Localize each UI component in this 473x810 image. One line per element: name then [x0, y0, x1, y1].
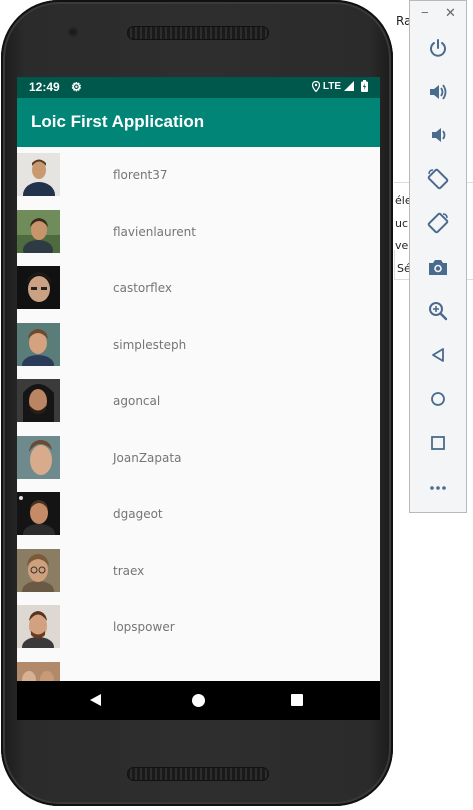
volume-up-button[interactable] — [424, 78, 452, 106]
username: florent37 — [113, 168, 168, 182]
username: traex — [113, 563, 145, 578]
battery-icon — [361, 80, 368, 92]
avatar — [17, 266, 60, 309]
desktop-fragment: uc — [395, 217, 409, 230]
home-icon — [431, 392, 445, 406]
location-icon — [311, 80, 320, 92]
toolbar-window-controls: − ✕ — [410, 5, 466, 23]
list-item[interactable]: lopspower — [17, 599, 380, 656]
network-type: LTE — [322, 80, 341, 92]
volume-down-button[interactable] — [424, 121, 452, 149]
phone-frame: 12:49 ⚙ LTE Loic First Application flore… — [1, 0, 393, 806]
list-item[interactable]: simplesteph — [17, 317, 380, 374]
back-icon[interactable] — [90, 694, 101, 706]
rotate-left-icon — [427, 168, 449, 190]
list-item[interactable]: flavienlaurent — [17, 204, 380, 261]
zoom-button[interactable] — [424, 297, 452, 325]
navigation-bar — [17, 681, 380, 720]
power-icon — [430, 39, 446, 57]
list-item[interactable]: agoncal — [17, 373, 380, 430]
avatar — [17, 605, 60, 648]
emulator-toolbar: − ✕ — [409, 0, 467, 513]
app-bar: Loic First Application — [17, 98, 380, 147]
signal-icon — [344, 81, 354, 91]
screenshot-button[interactable] — [424, 253, 452, 281]
username: castorflex — [113, 281, 173, 295]
overview-button[interactable] — [424, 429, 452, 457]
list-item[interactable]: castorflex — [17, 260, 380, 317]
avatar — [17, 661, 60, 681]
username: lopspower — [113, 620, 175, 634]
avatar — [17, 153, 60, 196]
desktop-fragment: ve — [395, 239, 409, 252]
rotate-right-icon — [427, 212, 449, 234]
power-button[interactable] — [424, 34, 452, 62]
more-button[interactable] — [424, 474, 452, 502]
back-icon — [432, 348, 444, 362]
volume-up-icon — [430, 84, 447, 100]
phone-screen: 12:49 ⚙ LTE Loic First Application flore… — [17, 77, 380, 720]
avatar — [17, 379, 60, 422]
username: JoanZapata — [113, 450, 182, 465]
recents-icon[interactable] — [291, 694, 303, 706]
desktop-divider — [394, 250, 395, 280]
bottom-speaker — [127, 767, 269, 781]
username: dgageot — [113, 507, 163, 521]
status-bar: 12:49 ⚙ LTE — [17, 77, 380, 98]
volume-down-icon — [432, 128, 446, 142]
home-button[interactable] — [424, 385, 452, 413]
list-item[interactable]: florent37 — [17, 147, 380, 204]
home-icon[interactable] — [192, 694, 205, 707]
front-camera — [68, 27, 78, 37]
zoom-icon — [429, 302, 448, 321]
rotate-right-button[interactable] — [424, 209, 452, 237]
user-list[interactable]: florent37 flavienlaurent castorflex simp… — [17, 147, 380, 681]
close-button[interactable]: ✕ — [445, 5, 456, 21]
avatar — [17, 492, 60, 535]
overview-icon — [431, 436, 445, 450]
status-time: 12:49 — [29, 80, 60, 94]
list-item[interactable]: JoanZapata — [17, 430, 380, 487]
top-speaker — [127, 26, 269, 40]
avatar — [17, 548, 60, 592]
list-item[interactable] — [17, 656, 380, 681]
back-button[interactable] — [424, 341, 452, 369]
more-icon — [430, 486, 446, 490]
app-title: Loic First Application — [31, 112, 205, 131]
avatar — [17, 435, 60, 479]
rotate-left-button[interactable] — [424, 165, 452, 193]
avatar — [17, 322, 60, 366]
list-item[interactable]: traex — [17, 543, 380, 600]
avatar — [17, 209, 60, 253]
list-item[interactable]: dgageot — [17, 486, 380, 543]
camera-icon — [429, 260, 447, 275]
username: agoncal — [113, 394, 161, 408]
username: flavienlaurent — [113, 224, 196, 239]
username: simplesteph — [113, 337, 187, 352]
gear-icon: ⚙ — [71, 80, 82, 94]
minimize-button[interactable]: − — [421, 5, 429, 20]
status-icons: LTE — [311, 80, 368, 92]
